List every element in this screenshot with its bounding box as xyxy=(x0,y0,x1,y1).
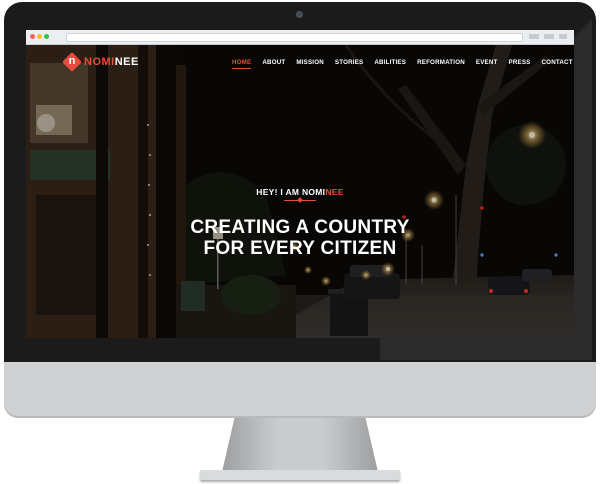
nav-item-stories[interactable]: STORIES xyxy=(335,59,363,69)
monitor-base xyxy=(200,470,400,480)
hero-kicker: HEY! I AM NOMINEE xyxy=(256,187,344,197)
nav-item-press[interactable]: PRESS xyxy=(509,59,531,69)
minimize-window-icon[interactable] xyxy=(37,34,42,39)
nav-item-contact[interactable]: CONTACT xyxy=(542,59,573,69)
nav-item-mission[interactable]: MISSION xyxy=(296,59,324,69)
hero-headline: CREATING A COUNTRY FOR EVERY CITIZEN xyxy=(26,217,574,259)
logo-wordmark[interactable]: NOMINEE xyxy=(84,56,139,68)
nav-item-about[interactable]: ABOUT xyxy=(262,59,285,69)
extension-icon[interactable] xyxy=(544,34,554,39)
monitor-chin xyxy=(4,362,596,418)
nav-item-reformation[interactable]: REFORMATION xyxy=(417,59,465,69)
headline-line-1: CREATING A COUNTRY xyxy=(190,217,410,238)
logo-letter: n xyxy=(68,55,76,67)
monitor-stand xyxy=(222,418,378,472)
menu-icon[interactable] xyxy=(559,34,567,39)
maximize-window-icon[interactable] xyxy=(44,34,49,39)
close-window-icon[interactable] xyxy=(30,34,35,39)
headline-line-2: FOR EVERY CITIZEN xyxy=(203,238,397,259)
address-bar[interactable] xyxy=(66,33,523,42)
nav-item-abilities[interactable]: ABILITIES xyxy=(374,59,406,69)
extension-icon[interactable] xyxy=(529,34,539,39)
screen: n NOMINEE HOME ABOUT MISSION STORIES ABI… xyxy=(26,30,574,338)
webcam-icon xyxy=(296,11,303,18)
nav-item-home[interactable]: HOME xyxy=(232,59,252,69)
hero-section: n NOMINEE HOME ABOUT MISSION STORIES ABI… xyxy=(26,45,574,338)
main-nav: HOME ABOUT MISSION STORIES ABILITIES REF… xyxy=(232,59,574,69)
nav-item-event[interactable]: EVENT xyxy=(476,59,498,69)
browser-toolbar xyxy=(26,30,574,45)
